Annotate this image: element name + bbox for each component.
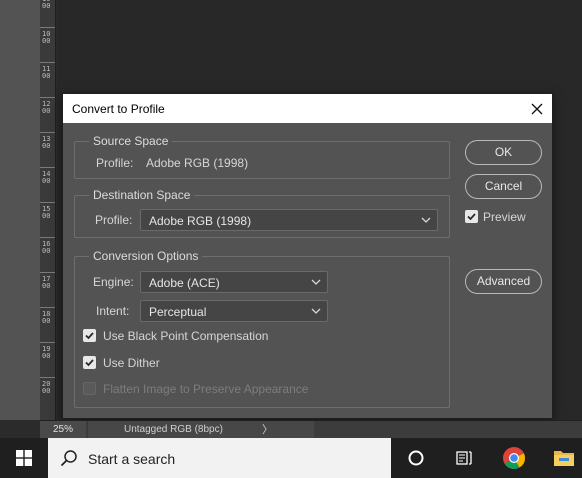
start-button[interactable] [0,438,48,478]
destination-profile-select[interactable]: Adobe RGB (1998) [140,209,438,231]
status-bar: 25% Untagged RGB (8bpc) 〉 [40,420,582,439]
convert-to-profile-dialog: Convert to Profile Source Space Profile:… [62,93,553,419]
close-icon [531,103,543,114]
flatten-checkbox [83,382,96,395]
flatten-label: Flatten Image to Preserve Appearance [103,382,309,396]
engine-select[interactable]: Adobe (ACE) [140,271,328,293]
task-view-icon [456,451,472,465]
search-placeholder: Start a search [88,451,176,467]
chrome-button[interactable] [490,438,538,478]
cancel-button[interactable]: Cancel [465,174,542,199]
ruler-tick: 1000 [40,0,55,26]
ruler-tick-label: 1300 [42,135,51,150]
search-icon [60,450,77,467]
destination-profile-value: Adobe RGB (1998) [149,214,252,228]
ruler-tick-label: 1500 [42,205,51,220]
preview-label: Preview [483,210,526,224]
conversion-options-group: Conversion Options Engine: Adobe (ACE) I… [74,249,450,408]
checkmark-icon [85,332,94,340]
document-info: Untagged RGB (8bpc) [88,421,314,439]
preview-checkbox[interactable] [465,210,478,223]
ruler-tick: 1400 [40,167,55,201]
cortana-icon [408,450,424,466]
vertical-ruler: 1000 1000 1100 1200 1300 1400 1500 1600 1700 1800… [40,0,56,420]
engine-label: Engine: [93,275,134,289]
ruler-tick: 1300 [40,132,55,166]
dither-checkbox[interactable] [83,356,96,369]
close-button[interactable] [522,94,552,123]
destination-profile-label: Profile: [95,213,133,227]
source-profile-value: Adobe RGB (1998) [146,156,249,170]
ruler-tick-label: 1900 [42,345,51,360]
ruler-tick-label: 2000 [42,380,51,395]
ruler-tick-label: 1000 [42,0,51,10]
file-explorer-icon [554,451,574,466]
ruler-tick-label: 1100 [42,65,51,80]
checkmark-icon [467,213,476,221]
source-profile-label: Profile: [96,156,134,170]
ruler-tick: 1900 [40,342,55,376]
dialog-title: Convert to Profile [72,102,165,116]
ok-button[interactable]: OK [465,140,542,165]
advanced-button[interactable]: Advanced [465,269,542,294]
ruler-tick: 1500 [40,202,55,236]
intent-value: Perceptual [149,305,207,319]
source-space-legend: Source Space [89,134,173,148]
ruler-tick: 1600 [40,237,55,271]
ruler-tick: 2000 [40,377,55,411]
ruler-tick: 1100 [40,62,55,96]
ruler-tick-label: 1400 [42,170,51,185]
black-point-checkbox[interactable] [83,329,96,342]
chevron-down-icon [311,279,321,285]
source-space-group: Source Space Profile: Adobe RGB (1998) [74,134,450,179]
ruler-tick: 1000 [40,27,55,61]
engine-value: Adobe (ACE) [149,276,220,290]
intent-label: Intent: [96,304,130,318]
destination-space-legend: Destination Space [89,188,195,202]
chevron-down-icon [421,217,431,223]
chevron-right-icon[interactable]: 〉 [262,421,276,439]
ruler-tick: 1200 [40,97,55,131]
toolbar-panel [0,0,40,420]
task-view-button[interactable] [440,438,488,478]
windows-taskbar: Start a search [0,438,582,478]
ruler-tick-label: 1800 [42,310,51,325]
dialog-titlebar: Convert to Profile [63,94,552,123]
ruler-tick-label: 1600 [42,240,51,255]
dither-label: Use Dither [103,356,160,370]
ruler-tick-label: 1700 [42,275,51,290]
chrome-icon [503,447,525,469]
taskbar-search-box[interactable]: Start a search [48,438,391,478]
black-point-label: Use Black Point Compensation [103,329,269,343]
chevron-down-icon [311,308,321,314]
windows-start-icon [16,450,32,466]
ruler-tick-label: 1000 [42,30,51,45]
checkmark-icon [85,359,94,367]
zoom-level[interactable]: 25% [40,421,86,439]
cortana-button[interactable] [392,438,440,478]
intent-select[interactable]: Perceptual [140,300,328,322]
ruler-tick: 1800 [40,307,55,341]
ruler-tick-label: 1200 [42,100,51,115]
conversion-options-legend: Conversion Options [89,249,203,263]
file-explorer-button[interactable] [540,438,582,478]
ruler-tick: 1700 [40,272,55,306]
destination-space-group: Destination Space Profile: Adobe RGB (19… [74,188,450,238]
